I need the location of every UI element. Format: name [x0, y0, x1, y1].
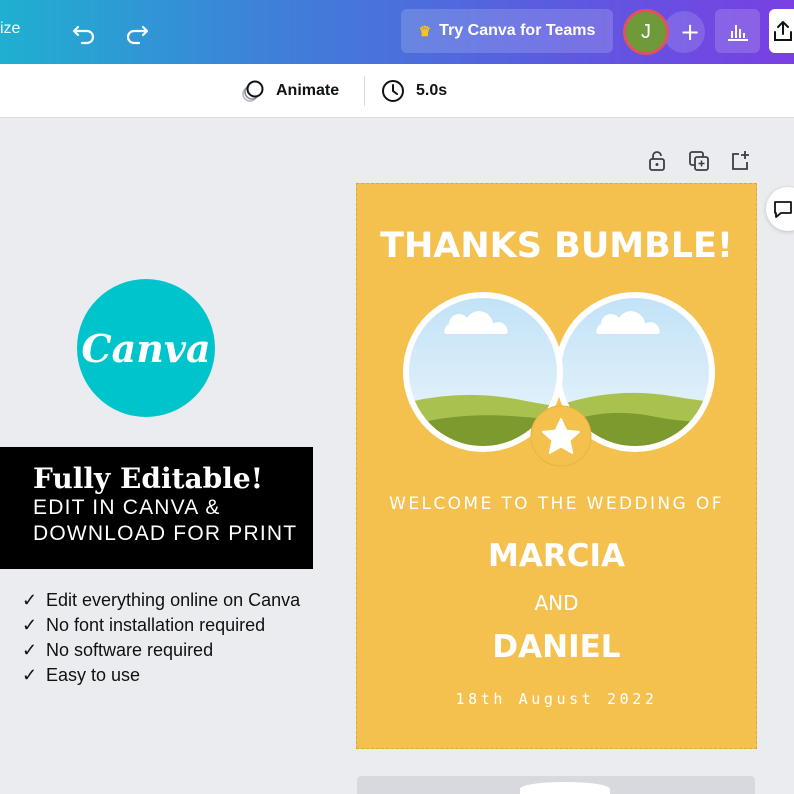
bar-chart-icon	[727, 25, 748, 41]
comment-button[interactable]	[766, 187, 794, 231]
resize-menu-button[interactable]: ize	[0, 20, 20, 38]
feature-text: No font installation required	[46, 615, 266, 635]
design-page[interactable]: THANKS BUMBLE! WELCOME TO THE WEDDING OF…	[356, 183, 757, 749]
animate-label: Animate	[276, 82, 340, 99]
redo-icon[interactable]	[121, 16, 153, 48]
plus-icon: +	[679, 18, 701, 46]
crown-icon: ♛	[418, 22, 432, 39]
and-text[interactable]: AND	[357, 591, 756, 615]
canva-logo: Canva	[77, 279, 215, 417]
feature-text: Easy to use	[46, 665, 141, 685]
avatar-initial: J	[641, 20, 651, 43]
duration-label: 5.0s	[416, 82, 448, 99]
clock-icon	[382, 80, 404, 102]
add-page-icon[interactable]	[729, 150, 751, 172]
list-item: ✓ No software required	[22, 638, 300, 663]
checkmark-icon: ✓	[22, 615, 38, 635]
lock-icon[interactable]	[646, 150, 668, 172]
list-item: ✓ Easy to use	[22, 663, 300, 688]
checkmark-icon: ✓	[22, 640, 38, 660]
teams-button-label: Try Canva for Teams	[439, 22, 596, 39]
toolbar-divider	[364, 76, 365, 106]
photo-frames-graphic[interactable]	[401, 288, 717, 470]
wedding-date[interactable]: 18th August 2022	[357, 690, 756, 708]
welcome-text[interactable]: WELCOME TO THE WEDDING OF	[357, 494, 756, 514]
insights-button[interactable]	[715, 9, 760, 53]
promo-line-1: EDIT IN CANVA &	[33, 496, 221, 519]
feature-text: Edit everything online on Canva	[46, 590, 301, 610]
share-icon	[774, 21, 792, 41]
feature-text: No software required	[46, 640, 214, 660]
user-avatar[interactable]: J	[623, 9, 669, 55]
add-team-member-button[interactable]: +	[663, 11, 705, 53]
page-tab-handle[interactable]	[520, 782, 610, 794]
try-canva-for-teams-button[interactable]: ♛ Try Canva for Teams	[401, 9, 613, 53]
promo-title: Fully Editable!	[33, 462, 263, 495]
promo-line-2: DOWNLOAD FOR PRINT	[33, 522, 298, 545]
promo-banner: Fully Editable! EDIT IN CANVA & DOWNLOAD…	[0, 447, 313, 569]
undo-icon[interactable]	[68, 16, 100, 48]
animate-button[interactable]: Animate	[240, 76, 339, 106]
share-button[interactable]	[769, 9, 794, 53]
page-duration-button[interactable]: 5.0s	[380, 76, 447, 106]
list-item: ✓ Edit everything online on Canva	[22, 588, 300, 613]
top-bar: ize ♛ Try Canva for Teams + J	[0, 0, 794, 64]
list-item: ✓ No font installation required	[22, 613, 300, 638]
editor-toolbar: Animate 5.0s	[0, 64, 794, 118]
feature-list: ✓ Edit everything online on Canva ✓ No fon…	[22, 588, 300, 688]
checkmark-icon: ✓	[22, 665, 38, 685]
second-name[interactable]: DANIEL	[357, 629, 756, 665]
first-name[interactable]: MARCIA	[357, 538, 756, 574]
animate-icon	[242, 80, 264, 102]
design-title[interactable]: THANKS BUMBLE!	[357, 226, 756, 266]
checkmark-icon: ✓	[22, 590, 38, 610]
duplicate-icon[interactable]	[688, 150, 710, 172]
canva-logo-text: Canva	[81, 325, 211, 371]
comment-icon	[774, 201, 792, 218]
